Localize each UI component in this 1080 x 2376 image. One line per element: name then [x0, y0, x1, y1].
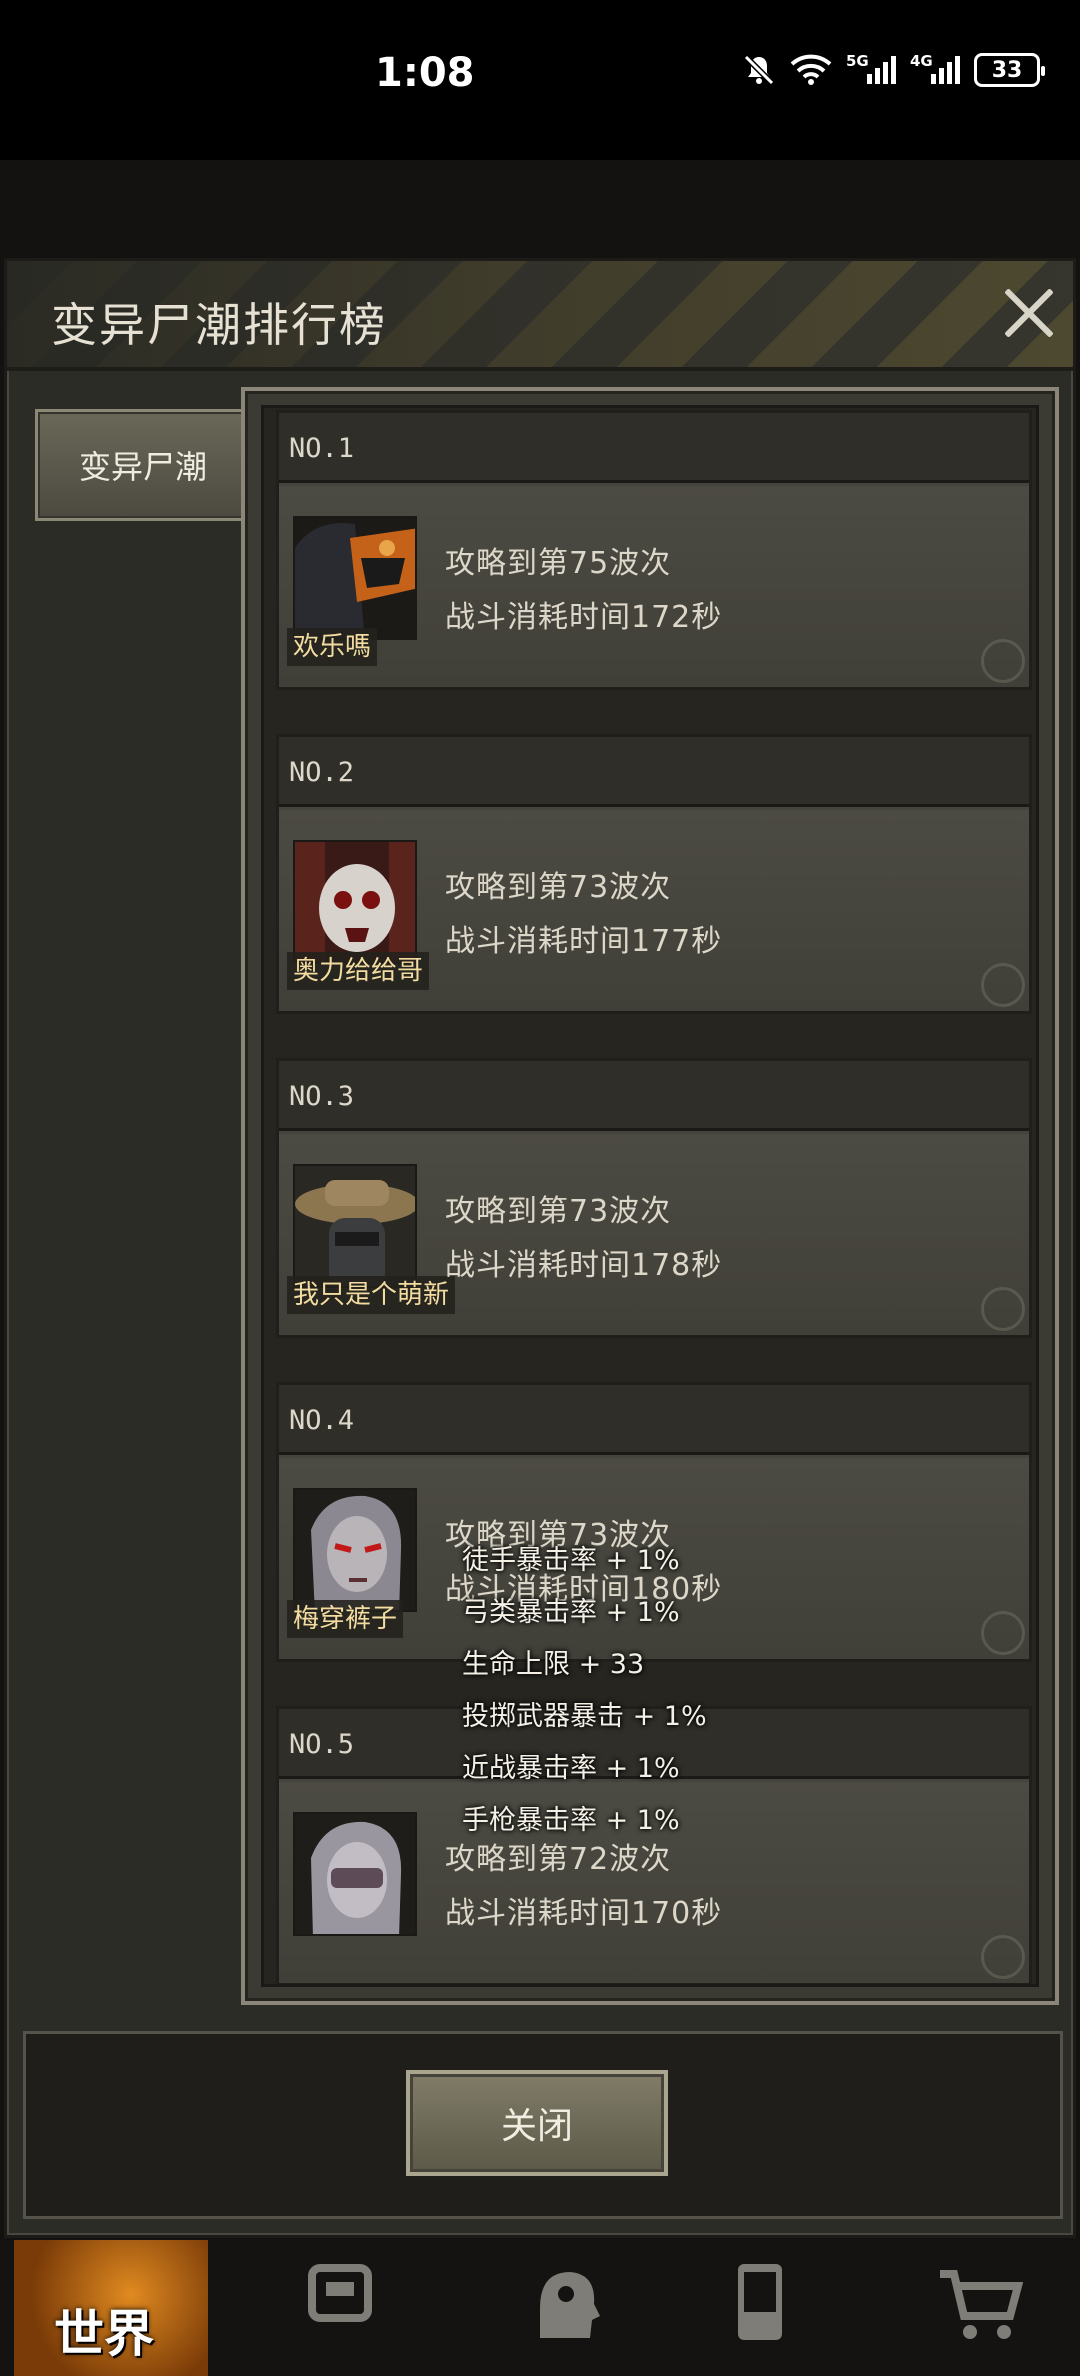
card-body: 欢乐嗎 攻略到第75波次 战斗消耗时间172秒 — [279, 486, 1029, 687]
buff-line: 手枪暴击率 + 1% — [462, 1805, 680, 1836]
avatar[interactable] — [293, 1164, 417, 1288]
rank-label: NO.3 — [289, 1081, 355, 1112]
time-text: 战斗消耗时间170秒 — [445, 1896, 723, 1931]
card-header: NO.4 — [279, 1385, 1029, 1455]
player-portrait-icon — [295, 518, 415, 638]
card-header: NO.1 — [279, 413, 1029, 483]
player-portrait-icon — [295, 842, 415, 962]
network-5g-label: 5G — [846, 52, 869, 70]
wifi-icon — [790, 54, 832, 85]
tab-mutant-horde[interactable]: 变异尸潮 — [35, 409, 251, 521]
radiation-icon — [981, 639, 1025, 683]
ranking-card: NO.3 我只是个萌新 攻略到第73波次 战斗消耗时间178秒 — [276, 1058, 1032, 1338]
player-name: 梅穿裤子 — [287, 1600, 404, 1638]
player-name: 奥力给给哥 — [287, 952, 430, 990]
player-portrait-icon — [295, 1490, 415, 1610]
status-icons: 5G 4G 33 — [742, 52, 1045, 88]
player-name: 我只是个萌新 — [287, 1276, 456, 1314]
wave-text: 攻略到第73波次 — [445, 1194, 672, 1229]
battery-level: 33 — [991, 57, 1023, 83]
avatar[interactable] — [293, 840, 417, 964]
wave-text: 攻略到第75波次 — [445, 546, 672, 581]
wave-text: 攻略到第73波次 — [445, 870, 672, 905]
time-text: 战斗消耗时间178秒 — [445, 1248, 723, 1283]
buff-line: 投掷武器暴击 + 1% — [462, 1701, 707, 1732]
buff-line: 近战暴击率 + 1% — [462, 1753, 680, 1784]
network-4g-label: 4G — [910, 52, 933, 70]
signal-4g-icon: 4G — [910, 52, 960, 88]
radiation-icon — [981, 1935, 1025, 1979]
buff-line: 徒手暴击率 + 1% — [462, 1545, 680, 1576]
head-skill-icon — [540, 2272, 600, 2338]
buff-popup: 徒手暴击率 + 1% 弓类暴击率 + 1% 生命上限 + 33 投掷武器暴击 +… — [462, 1538, 822, 1850]
player-portrait-icon — [295, 1814, 415, 1934]
radiation-icon — [981, 1287, 1025, 1331]
rank-label: NO.2 — [289, 757, 355, 788]
status-bar: 1:08 5G 4G 33 — [0, 0, 1080, 160]
clock: 1:08 — [375, 50, 475, 96]
rank-label: NO.1 — [289, 433, 355, 464]
nav-shop[interactable] — [880, 2240, 1080, 2376]
radiation-icon — [981, 963, 1025, 1007]
rank-label: NO.5 — [289, 1729, 355, 1760]
avatar[interactable] — [293, 1488, 417, 1612]
dialog-title: 变异尸潮排行榜 — [51, 298, 387, 352]
card-body: 我只是个萌新 攻略到第73波次 战斗消耗时间178秒 — [279, 1134, 1029, 1335]
radiation-icon — [981, 1611, 1025, 1655]
time-text: 战斗消耗时间177秒 — [445, 924, 723, 959]
nav-world[interactable]: 世界 — [14, 2240, 208, 2376]
close-button[interactable]: 关闭 — [406, 2070, 668, 2176]
backpack-icon — [308, 2264, 372, 2322]
bottom-nav: 世界 — [0, 2240, 1080, 2376]
buff-line: 弓类暴击率 + 1% — [462, 1597, 680, 1628]
card-body: 奥力给给哥 攻略到第73波次 战斗消耗时间177秒 — [279, 810, 1029, 1011]
card-header: NO.3 — [279, 1061, 1029, 1131]
card-header: NO.2 — [279, 737, 1029, 807]
close-icon[interactable] — [999, 283, 1059, 343]
nav-world-label: 世界 — [54, 2305, 154, 2363]
buff-line: 生命上限 + 33 — [462, 1649, 645, 1680]
phone-icon — [738, 2264, 782, 2340]
nav-backpack[interactable] — [240, 2240, 440, 2376]
avatar[interactable] — [293, 1812, 417, 1936]
player-portrait-icon — [295, 1166, 415, 1286]
rank-label: NO.4 — [289, 1405, 355, 1436]
ranking-card: NO.2 奥力给给哥 攻略到第73波次 战斗消耗时间177秒 — [276, 734, 1032, 1014]
leaderboard-dialog: 变异尸潮排行榜 变异尸潮 NO.1 欢乐嗎 攻略到第75波次 战斗消耗时间172… — [4, 258, 1076, 2238]
ranking-card: NO.1 欢乐嗎 攻略到第75波次 战斗消耗时间172秒 — [276, 410, 1032, 690]
dialog-header: 变异尸潮排行榜 — [7, 261, 1073, 371]
time-text: 战斗消耗时间172秒 — [445, 600, 723, 635]
nav-skills[interactable] — [460, 2240, 660, 2376]
signal-5g-icon: 5G — [846, 52, 896, 88]
dialog-footer: 关闭 — [23, 2031, 1063, 2219]
cart-icon — [940, 2270, 1024, 2339]
player-name: 欢乐嗎 — [287, 628, 378, 666]
avatar[interactable] — [293, 516, 417, 640]
nav-phone[interactable] — [660, 2240, 860, 2376]
mute-bell-icon — [743, 54, 775, 86]
battery-icon: 33 — [974, 53, 1045, 87]
